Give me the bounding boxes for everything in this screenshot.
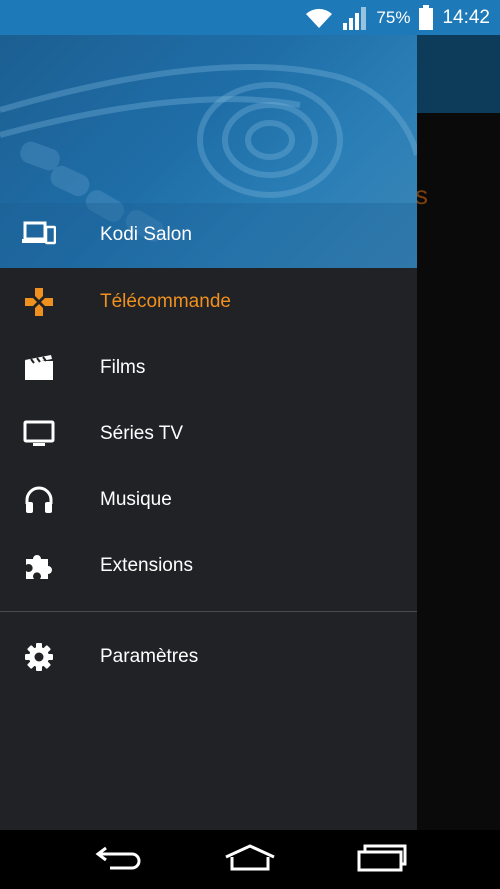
background-app: s	[417, 35, 500, 830]
wifi-icon	[304, 6, 334, 30]
drawer-header: Kodi Salon	[0, 35, 417, 268]
clock: 14:42	[442, 6, 490, 28]
movie-clapper-icon	[22, 351, 56, 385]
background-peek-text: s	[417, 180, 428, 210]
status-icons: 75% 14:42	[304, 0, 490, 35]
gear-icon	[22, 640, 56, 674]
gamepad-icon	[22, 285, 56, 319]
headphones-icon	[22, 483, 56, 517]
background-toolbar	[417, 35, 500, 113]
battery-percent: 75%	[376, 7, 411, 27]
home-button[interactable]	[220, 842, 280, 878]
host-label: Kodi Salon	[100, 224, 192, 245]
nav-item-settings[interactable]: Paramètres	[0, 624, 417, 690]
home-icon	[223, 843, 277, 878]
puzzle-icon	[22, 549, 56, 583]
nav-label-movies: Films	[100, 357, 146, 378]
divider	[0, 611, 417, 612]
nav-item-tv-shows[interactable]: Séries TV	[0, 401, 417, 467]
nav-item-movies[interactable]: Films	[0, 335, 417, 401]
nav-label-remote: Télécommande	[100, 291, 231, 312]
nav-item-addons[interactable]: Extensions	[0, 533, 417, 599]
back-button[interactable]	[88, 842, 148, 878]
nav-label-settings: Paramètres	[100, 646, 199, 667]
nav-label-tv-shows: Séries TV	[100, 423, 184, 444]
status-bar: 75% 14:42	[0, 0, 500, 35]
battery-icon	[418, 4, 434, 31]
recent-apps-icon	[356, 843, 408, 878]
nav-item-remote[interactable]: Télécommande	[0, 269, 417, 335]
devices-icon	[22, 221, 57, 249]
nav-label-addons: Extensions	[100, 555, 193, 576]
navigation-drawer: Kodi Salon Télécommande Films Séries TV …	[0, 35, 417, 830]
system-navigation-bar	[0, 830, 500, 889]
recent-apps-button[interactable]	[352, 842, 412, 878]
nav-label-music: Musique	[100, 489, 172, 510]
signal-icon	[342, 5, 368, 31]
back-icon	[92, 844, 144, 877]
host-selector[interactable]: Kodi Salon	[0, 203, 417, 268]
tv-icon	[22, 417, 56, 451]
nav-item-music[interactable]: Musique	[0, 467, 417, 533]
